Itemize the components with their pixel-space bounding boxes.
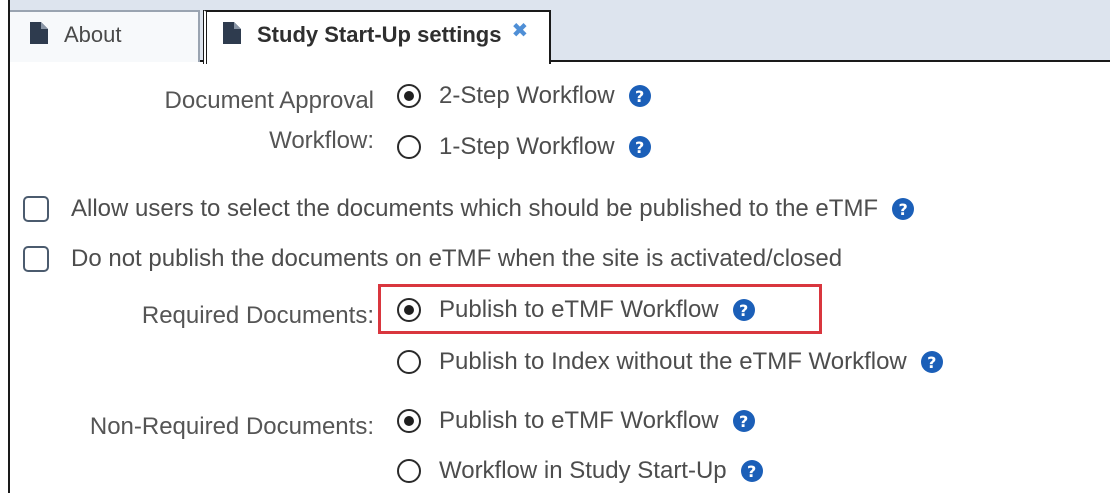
radio-button[interactable]	[397, 459, 421, 483]
option-label: 1-Step Workflow	[439, 133, 615, 160]
option-label: Publish to eTMF Workflow	[439, 296, 719, 323]
radio-button[interactable]	[397, 409, 421, 433]
radio-button[interactable]	[397, 350, 421, 374]
radio-required-publish-etmf[interactable]: Publish to eTMF Workflow ?	[397, 296, 755, 324]
content-left-border	[0, 0, 10, 493]
checkbox-allow-select-documents[interactable]: Allow users to select the documents whic…	[23, 195, 915, 223]
help-icon[interactable]: ?	[628, 85, 651, 107]
radio-option-2-step[interactable]: 2-Step Workflow ?	[397, 82, 651, 110]
option-label: 2-Step Workflow	[439, 82, 615, 109]
checkbox-label: Do not publish the documents on eTMF whe…	[71, 245, 843, 272]
checkbox[interactable]	[23, 246, 49, 272]
radio-button[interactable]	[397, 84, 421, 108]
help-icon[interactable]: ?	[740, 460, 763, 482]
document-approval-label: Document Approval	[164, 87, 374, 114]
checkbox[interactable]	[23, 196, 49, 222]
help-icon[interactable]: ?	[732, 299, 755, 321]
help-icon[interactable]: ?	[732, 410, 755, 432]
radio-required-publish-index[interactable]: Publish to Index without the eTMF Workfl…	[397, 348, 943, 376]
document-icon	[30, 22, 48, 44]
tab-label: Study Start-Up settings	[257, 22, 502, 47]
help-icon[interactable]: ?	[628, 136, 651, 158]
document-approval-label-line2: Workflow:	[269, 127, 374, 154]
checkbox-label: Allow users to select the documents whic…	[71, 195, 879, 222]
tab-about[interactable]: About	[10, 10, 200, 62]
help-icon[interactable]: ?	[892, 198, 915, 220]
radio-non-required-workflow-ssu[interactable]: Workflow in Study Start-Up ?	[397, 457, 763, 485]
option-label: Publish to Index without the eTMF Workfl…	[439, 348, 907, 375]
radio-option-1-step[interactable]: 1-Step Workflow ?	[397, 133, 651, 161]
help-icon[interactable]: ?	[920, 351, 943, 373]
radio-button[interactable]	[397, 135, 421, 159]
radio-button[interactable]	[397, 298, 421, 322]
tab-connector	[207, 63, 549, 67]
required-documents-label: Required Documents:	[141, 302, 374, 329]
document-icon	[223, 22, 241, 44]
non-required-documents-label: Non-Required Documents:	[89, 413, 374, 440]
tab-label: About	[64, 22, 122, 47]
tab-study-start-up-settings[interactable]: Study Start-Up settings ✖	[203, 10, 551, 67]
close-icon[interactable]: ✖	[511, 21, 528, 41]
checkbox-do-not-publish[interactable]: Do not publish the documents on eTMF whe…	[23, 245, 842, 273]
option-label: Workflow in Study Start-Up	[439, 457, 727, 484]
radio-non-required-publish-etmf[interactable]: Publish to eTMF Workflow ?	[397, 407, 755, 435]
option-label: Publish to eTMF Workflow	[439, 407, 719, 434]
